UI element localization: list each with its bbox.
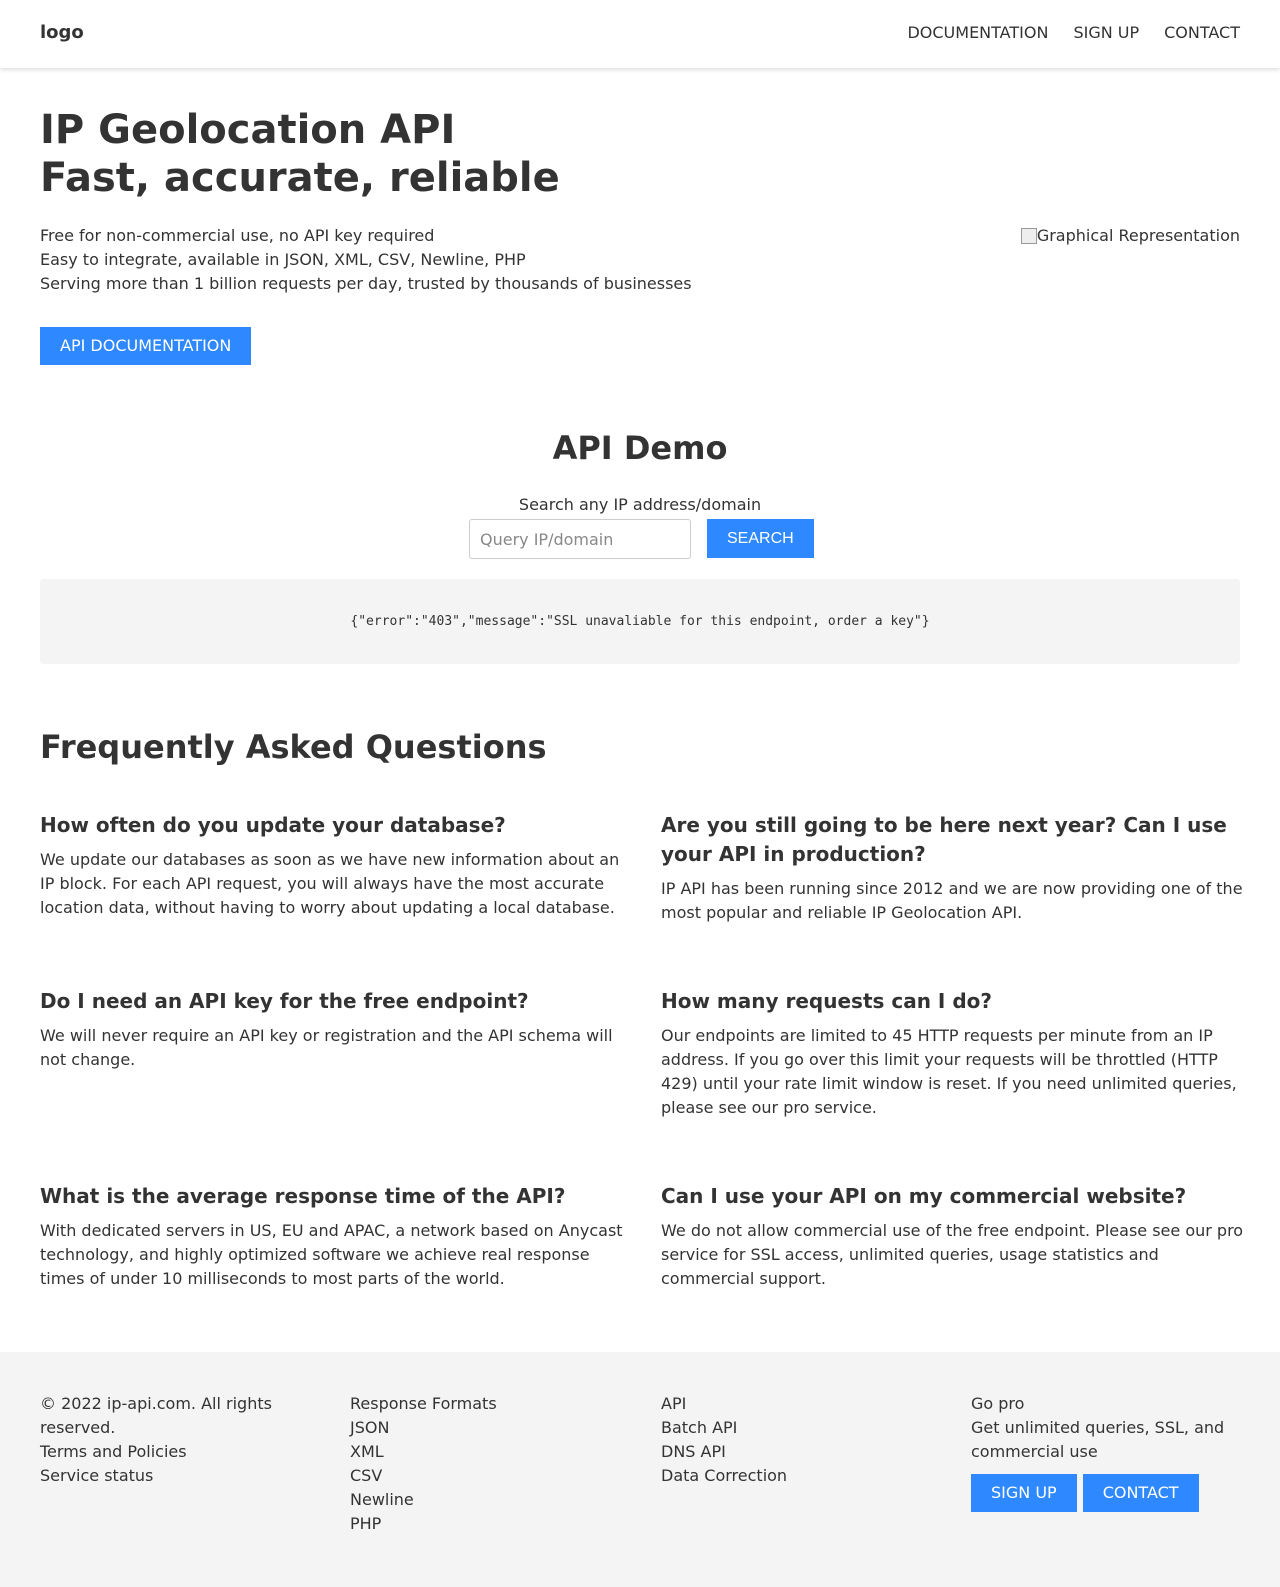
hero-feature-list: Free for non-commercial use, no API key … — [40, 224, 692, 296]
top-navbar: logo DOCUMENTATION SIGN UP CONTACT — [0, 0, 1280, 68]
xml-link[interactable]: XML — [350, 1440, 610, 1464]
go-pro-text: Get unlimited queries, SSL, and commerci… — [971, 1418, 1225, 1461]
footer-sign-up-button[interactable]: SIGN UP — [971, 1474, 1077, 1512]
footer: © 2022 ip-api.com. All rights reserved. … — [0, 1352, 1280, 1587]
hero-image-placeholder: Graphical Representation — [1020, 224, 1240, 248]
faq-answer: With dedicated servers in US, EU and APA… — [40, 1221, 623, 1288]
demo-title: API Demo — [552, 429, 728, 467]
response-formats-link[interactable]: Response Formats — [350, 1392, 610, 1416]
demo-result-text: {"error":"403","message":"SSL unavaliabl… — [350, 613, 930, 629]
json-link[interactable]: JSON — [350, 1416, 610, 1440]
faq-answer: Our endpoints are limited to 45 HTTP req… — [661, 1026, 1237, 1117]
logo[interactable]: logo — [40, 20, 84, 46]
hero-title: IP Geolocation API Fast, accurate, relia… — [40, 106, 560, 202]
faq-item: How many requests can I do? Our endpoint… — [661, 987, 1246, 1120]
footer-col-api: API Batch API DNS API Data Correction — [661, 1392, 921, 1488]
faq-title: Frequently Asked Questions — [40, 728, 547, 766]
hero-feature-item: Serving more than 1 billion requests per… — [40, 274, 692, 293]
faq-answer: IP API has been running since 2012 and w… — [661, 879, 1243, 922]
demo-label: Search any IP address/domain — [518, 495, 762, 514]
footer-col-company: © 2022 ip-api.com. All rights reserved. … — [40, 1392, 300, 1488]
faq-question: How often do you update your database? — [40, 813, 506, 837]
search-button[interactable]: SEARCH — [707, 519, 814, 558]
batch-api-link[interactable]: Batch API — [661, 1416, 921, 1440]
faq-item: What is the average response time of the… — [40, 1182, 625, 1291]
footer-contact-button[interactable]: CONTACT — [1082, 1474, 1199, 1512]
footer-buttons: SIGN UP CONTACT — [971, 1474, 1241, 1512]
api-documentation-button[interactable]: API DOCUMENTATION — [40, 327, 252, 365]
query-input[interactable] — [469, 519, 691, 559]
faq-question: Do I need an API key for the free endpoi… — [40, 989, 529, 1013]
data-correction-link[interactable]: Data Correction — [661, 1464, 921, 1488]
copyright-text: © 2022 ip-api.com. All rights reserved. — [40, 1394, 272, 1437]
go-pro-title: Go pro — [971, 1394, 1025, 1413]
faq-answer: We update our databases as soon as we ha… — [40, 850, 620, 917]
demo-result-box: {"error":"403","message":"SSL unavaliabl… — [40, 579, 1240, 664]
terms-link[interactable]: Terms and Policies — [40, 1440, 300, 1464]
hero-title-line1: IP Geolocation API — [40, 107, 456, 153]
faq-item: Do I need an API key for the free endpoi… — [40, 987, 625, 1072]
nav-documentation[interactable]: DOCUMENTATION — [907, 21, 1048, 45]
footer-col-pro: Go pro Get unlimited queries, SSL, and c… — [971, 1392, 1241, 1512]
faq-item: Are you still going to be here next year… — [661, 811, 1246, 925]
nav-sign-up[interactable]: SIGN UP — [1073, 21, 1139, 45]
faq-item: Can I use your API on my commercial webs… — [661, 1182, 1246, 1291]
hero-feature-item: Free for non-commercial use, no API key … — [40, 226, 435, 245]
faq-question: Can I use your API on my commercial webs… — [661, 1184, 1187, 1208]
broken-image-icon — [1020, 228, 1037, 244]
php-link[interactable]: PHP — [350, 1512, 610, 1536]
dns-api-link[interactable]: DNS API — [661, 1440, 921, 1464]
main-nav: DOCUMENTATION SIGN UP CONTACT — [907, 21, 1240, 45]
api-link[interactable]: API — [661, 1392, 921, 1416]
faq-answer: We will never require an API key or regi… — [40, 1026, 613, 1069]
faq-question: What is the average response time of the… — [40, 1184, 566, 1208]
footer-col-formats: Response Formats JSON XML CSV Newline PH… — [350, 1392, 610, 1536]
faq-question: How many requests can I do? — [661, 989, 992, 1013]
faq-question: Are you still going to be here next year… — [661, 813, 1227, 866]
csv-link[interactable]: CSV — [350, 1464, 610, 1488]
service-status-link[interactable]: Service status — [40, 1464, 300, 1488]
hero-title-line2: Fast, accurate, reliable — [40, 155, 560, 201]
hero-image-alt: Graphical Representation — [1036, 226, 1240, 245]
newline-link[interactable]: Newline — [350, 1488, 610, 1512]
nav-contact[interactable]: CONTACT — [1164, 21, 1240, 45]
faq-item: How often do you update your database? W… — [40, 811, 625, 920]
faq-answer: We do not allow commercial use of the fr… — [661, 1221, 1244, 1288]
hero-feature-item: Easy to integrate, available in JSON, XM… — [40, 250, 526, 269]
